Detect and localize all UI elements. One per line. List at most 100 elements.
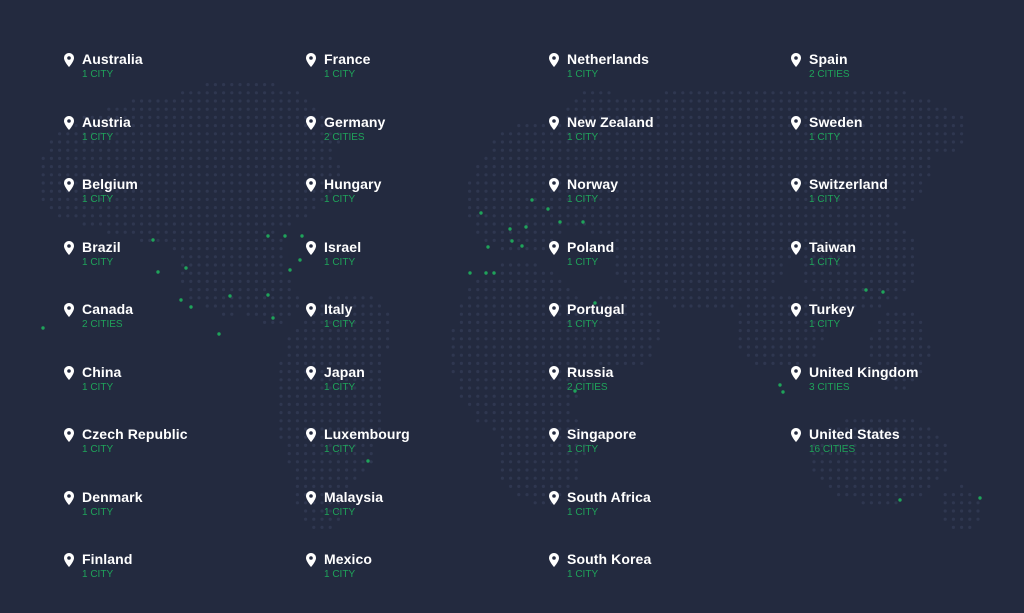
city-count: 1 CITY [567, 69, 599, 80]
city-count: 1 CITY [82, 69, 114, 80]
map-pin-icon [64, 303, 74, 317]
location-item[interactable]: Turkey 1 CITY [791, 300, 919, 363]
location-item[interactable]: United Kingdom 3 CITIES [791, 363, 919, 426]
location-item[interactable]: Israel 1 CITY [306, 238, 410, 301]
server-locations-grid: Australia 1 CITY Austria 1 CITY Belgium 1 CIT… [0, 0, 1024, 610]
map-pin-icon [791, 53, 801, 67]
country-name: Malaysia [324, 488, 384, 505]
city-count: 1 CITY [567, 256, 599, 268]
map-pin-icon [791, 428, 801, 442]
city-count: 1 CITY [324, 319, 356, 330]
location-item[interactable]: China 1 CITY [64, 363, 188, 426]
country-name: Russia [567, 363, 614, 380]
country-name: Belgium [82, 176, 138, 192]
country-name: Australia [82, 51, 143, 67]
location-item[interactable]: New Zealand 1 CITY [549, 113, 654, 176]
city-count: 1 CITY [809, 131, 841, 143]
map-pin-icon [64, 240, 74, 255]
map-pin-icon [306, 115, 316, 130]
city-count: 1 CITY [809, 194, 841, 205]
city-count: 1 CITY [82, 194, 114, 205]
location-item[interactable]: Portugal 1 CITY [549, 300, 654, 363]
country-name: Mexico [324, 551, 373, 567]
location-item[interactable]: Russia 2 CITIES [549, 363, 654, 426]
map-pin-icon [791, 365, 801, 380]
country-name: Austria [82, 113, 131, 130]
location-item[interactable]: Czech Republic 1 CITY [64, 425, 188, 488]
locations-column-3: Netherlands 1 CITY New Zealand 1 CITY Norway… [549, 50, 654, 613]
location-item[interactable]: Hungary 1 CITY [306, 175, 410, 238]
city-count: 1 CITY [324, 506, 356, 518]
country-name: New Zealand [567, 113, 654, 130]
locations-column-2: France 1 CITY Germany 2 CITIES Hungary 1 CITY… [306, 50, 410, 613]
country-name: Japan [324, 363, 365, 380]
location-item[interactable]: Japan 1 CITY [306, 363, 410, 426]
country-name: Netherlands [567, 51, 650, 67]
country-name: Poland [567, 238, 615, 255]
location-item[interactable]: France 1 CITY [306, 50, 410, 113]
location-item[interactable]: Taiwan 1 CITY [791, 238, 919, 301]
country-name: South Africa [567, 488, 651, 505]
city-count: 1 CITY [82, 381, 114, 393]
location-item[interactable]: Norway 1 CITY [549, 175, 654, 238]
country-name: South Korea [567, 551, 652, 567]
country-name: China [82, 363, 122, 380]
map-pin-icon [306, 240, 316, 255]
country-name: France [324, 51, 371, 67]
city-count: 2 CITIES [82, 319, 123, 330]
location-item[interactable]: Austria 1 CITY [64, 113, 188, 176]
city-count: 2 CITIES [809, 69, 850, 80]
locations-column-4: Spain 2 CITIES Sweden 1 CITY Switzerland 1 CI… [791, 50, 919, 488]
country-name: Norway [567, 176, 619, 192]
location-item[interactable]: Belgium 1 CITY [64, 175, 188, 238]
location-item[interactable]: Denmark 1 CITY [64, 488, 188, 551]
city-count: 1 CITY [567, 506, 599, 518]
location-item[interactable]: Switzerland 1 CITY [791, 175, 919, 238]
city-count: 1 CITY [82, 569, 114, 580]
map-pin-icon [549, 553, 559, 567]
city-count: 1 CITY [809, 256, 841, 268]
location-item[interactable]: Canada 2 CITIES [64, 300, 188, 363]
map-pin-icon [791, 115, 801, 130]
map-pin-icon [64, 365, 74, 380]
map-pin-icon [64, 490, 74, 505]
location-item[interactable]: United States 16 CITIES [791, 425, 919, 488]
city-count: 1 CITY [324, 444, 356, 455]
location-item[interactable]: South Korea 1 CITY [549, 550, 654, 613]
city-count: 2 CITIES [324, 131, 365, 143]
city-count: 1 CITY [324, 256, 356, 268]
location-item[interactable]: Poland 1 CITY [549, 238, 654, 301]
map-pin-icon [306, 553, 316, 567]
location-item[interactable]: Netherlands 1 CITY [549, 50, 654, 113]
map-pin-icon [549, 53, 559, 67]
country-name: Denmark [82, 488, 143, 505]
city-count: 1 CITY [567, 194, 599, 205]
map-pin-icon [64, 428, 74, 442]
country-name: Italy [324, 301, 353, 317]
country-name: Taiwan [809, 238, 857, 255]
map-pin-icon [306, 303, 316, 317]
location-item[interactable]: Sweden 1 CITY [791, 113, 919, 176]
country-name: Sweden [809, 113, 863, 130]
location-item[interactable]: Singapore 1 CITY [549, 425, 654, 488]
locations-column-1: Australia 1 CITY Austria 1 CITY Belgium 1 CIT… [64, 50, 188, 613]
country-name: Brazil [82, 238, 121, 255]
location-item[interactable]: Mexico 1 CITY [306, 550, 410, 613]
map-pin-icon [549, 115, 559, 130]
location-item[interactable]: Luxembourg 1 CITY [306, 425, 410, 488]
location-item[interactable]: Malaysia 1 CITY [306, 488, 410, 551]
location-item[interactable]: Spain 2 CITIES [791, 50, 919, 113]
country-name: Singapore [567, 426, 637, 442]
location-item[interactable]: Italy 1 CITY [306, 300, 410, 363]
location-item[interactable]: Finland 1 CITY [64, 550, 188, 613]
location-item[interactable]: Brazil 1 CITY [64, 238, 188, 301]
country-name: Germany [324, 113, 386, 130]
map-pin-icon [306, 53, 316, 67]
location-item[interactable]: South Africa 1 CITY [549, 488, 654, 551]
map-pin-icon [549, 490, 559, 505]
location-item[interactable]: Australia 1 CITY [64, 50, 188, 113]
location-item[interactable]: Germany 2 CITIES [306, 113, 410, 176]
country-name: Switzerland [809, 176, 888, 192]
country-name: United Kingdom [809, 363, 919, 380]
map-pin-icon [64, 178, 74, 192]
